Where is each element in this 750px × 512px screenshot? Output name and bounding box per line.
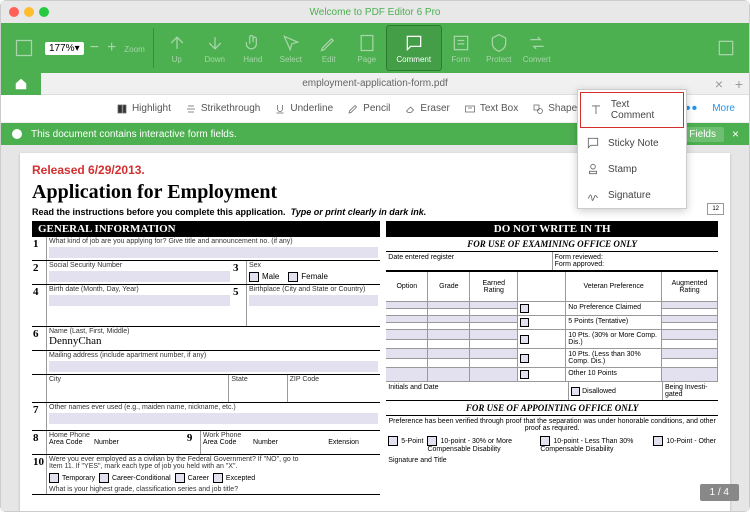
exam-office-header: FOR USE OF EXAMINING OFFICE ONLY xyxy=(386,237,718,252)
signature-item[interactable]: Signature xyxy=(578,182,686,208)
page-button[interactable]: Page xyxy=(348,25,386,71)
text-comment-item[interactable]: Text Comment xyxy=(580,92,684,128)
home-button[interactable] xyxy=(1,73,41,95)
text-callout-menu: Text Comment Sticky Note Stamp Signature xyxy=(577,89,687,209)
cb-10b[interactable] xyxy=(540,436,550,446)
info-icon xyxy=(11,128,23,140)
close-window-icon[interactable] xyxy=(9,7,19,17)
overflow-button[interactable] xyxy=(707,25,745,71)
checkbox-female[interactable] xyxy=(288,272,298,282)
form-button[interactable]: Form xyxy=(442,25,480,71)
cb-disallowed[interactable] xyxy=(571,387,580,396)
cb-cc[interactable] xyxy=(99,473,109,483)
cb-5pt[interactable] xyxy=(388,436,398,446)
cb-p5[interactable] xyxy=(520,370,529,379)
general-info-header: GENERAL INFORMATION xyxy=(32,221,380,237)
field-mail[interactable] xyxy=(49,361,378,372)
page-number-badge[interactable]: 1 / 4 xyxy=(700,484,739,501)
appoint-office-header: FOR USE OF APPOINTING OFFICE ONLY xyxy=(386,401,718,416)
highlight-tool[interactable]: Highlight xyxy=(116,103,171,115)
zoom-level-input[interactable]: 177% ▾ xyxy=(45,42,84,55)
sticky-note-item[interactable]: Sticky Note xyxy=(578,130,686,156)
cb-10a[interactable] xyxy=(427,436,437,446)
select-button[interactable]: Select xyxy=(272,25,310,71)
textbox-tool[interactable]: Text Box xyxy=(464,103,518,115)
do-not-write-header: DO NOT WRITE IN TH xyxy=(386,221,718,237)
document-name: employment-application-form.pdf xyxy=(41,78,709,89)
zoom-minus-button[interactable]: − xyxy=(86,39,103,57)
field-1[interactable] xyxy=(49,247,378,258)
notice-text: This document contains interactive form … xyxy=(31,129,237,140)
zoom-plus-button[interactable]: + xyxy=(103,39,120,57)
stamp-item[interactable]: Stamp xyxy=(578,156,686,182)
up-button[interactable]: Up xyxy=(158,25,196,71)
notice-close-button[interactable]: × xyxy=(732,127,739,141)
protect-button[interactable]: Protect xyxy=(480,25,518,71)
shapes-tool[interactable]: Shapes xyxy=(532,103,582,115)
strikethrough-tool[interactable]: Strikethrough xyxy=(185,103,260,115)
close-tab-button[interactable]: × xyxy=(709,76,729,92)
down-button[interactable]: Down xyxy=(196,25,234,71)
more-button[interactable]: More xyxy=(712,103,735,114)
maximize-window-icon[interactable] xyxy=(39,7,49,17)
cb-p1[interactable] xyxy=(520,304,529,313)
convert-button[interactable]: Convert xyxy=(518,25,556,71)
checkbox-male[interactable] xyxy=(249,272,259,282)
main-ribbon: 177% ▾ − + Zoom Up Down Hand Select Edit… xyxy=(1,23,749,73)
comment-button[interactable]: Comment xyxy=(386,25,442,71)
edit-button[interactable]: Edit xyxy=(310,25,348,71)
cb-excepted[interactable] xyxy=(213,473,223,483)
field-othernames[interactable] xyxy=(49,413,378,424)
minimize-window-icon[interactable] xyxy=(24,7,34,17)
window-titlebar: Welcome to PDF Editor 6 Pro xyxy=(1,1,749,23)
cb-10c[interactable] xyxy=(653,436,663,446)
field-name[interactable]: DennyChan xyxy=(49,335,378,347)
eraser-tool[interactable]: Eraser xyxy=(404,103,449,115)
pencil-tool[interactable]: Pencil xyxy=(347,103,390,115)
field-ssn[interactable] xyxy=(49,271,230,282)
hand-button[interactable]: Hand xyxy=(234,25,272,71)
zoom-label: Zoom xyxy=(124,45,144,54)
cb-p3[interactable] xyxy=(520,335,529,344)
cb-career[interactable] xyxy=(175,473,185,483)
field-birthplace[interactable] xyxy=(249,295,378,306)
window-title: Welcome to PDF Editor 6 Pro xyxy=(310,7,441,18)
field-birthdate[interactable] xyxy=(49,295,230,306)
underline-tool[interactable]: Underline xyxy=(274,103,333,115)
new-tab-button[interactable]: + xyxy=(729,76,749,92)
cb-p4[interactable] xyxy=(520,354,529,363)
date-box: 12 xyxy=(707,203,724,215)
cb-temp[interactable] xyxy=(49,473,59,483)
zoom-out-button[interactable] xyxy=(5,25,43,71)
cb-p2[interactable] xyxy=(520,318,529,327)
